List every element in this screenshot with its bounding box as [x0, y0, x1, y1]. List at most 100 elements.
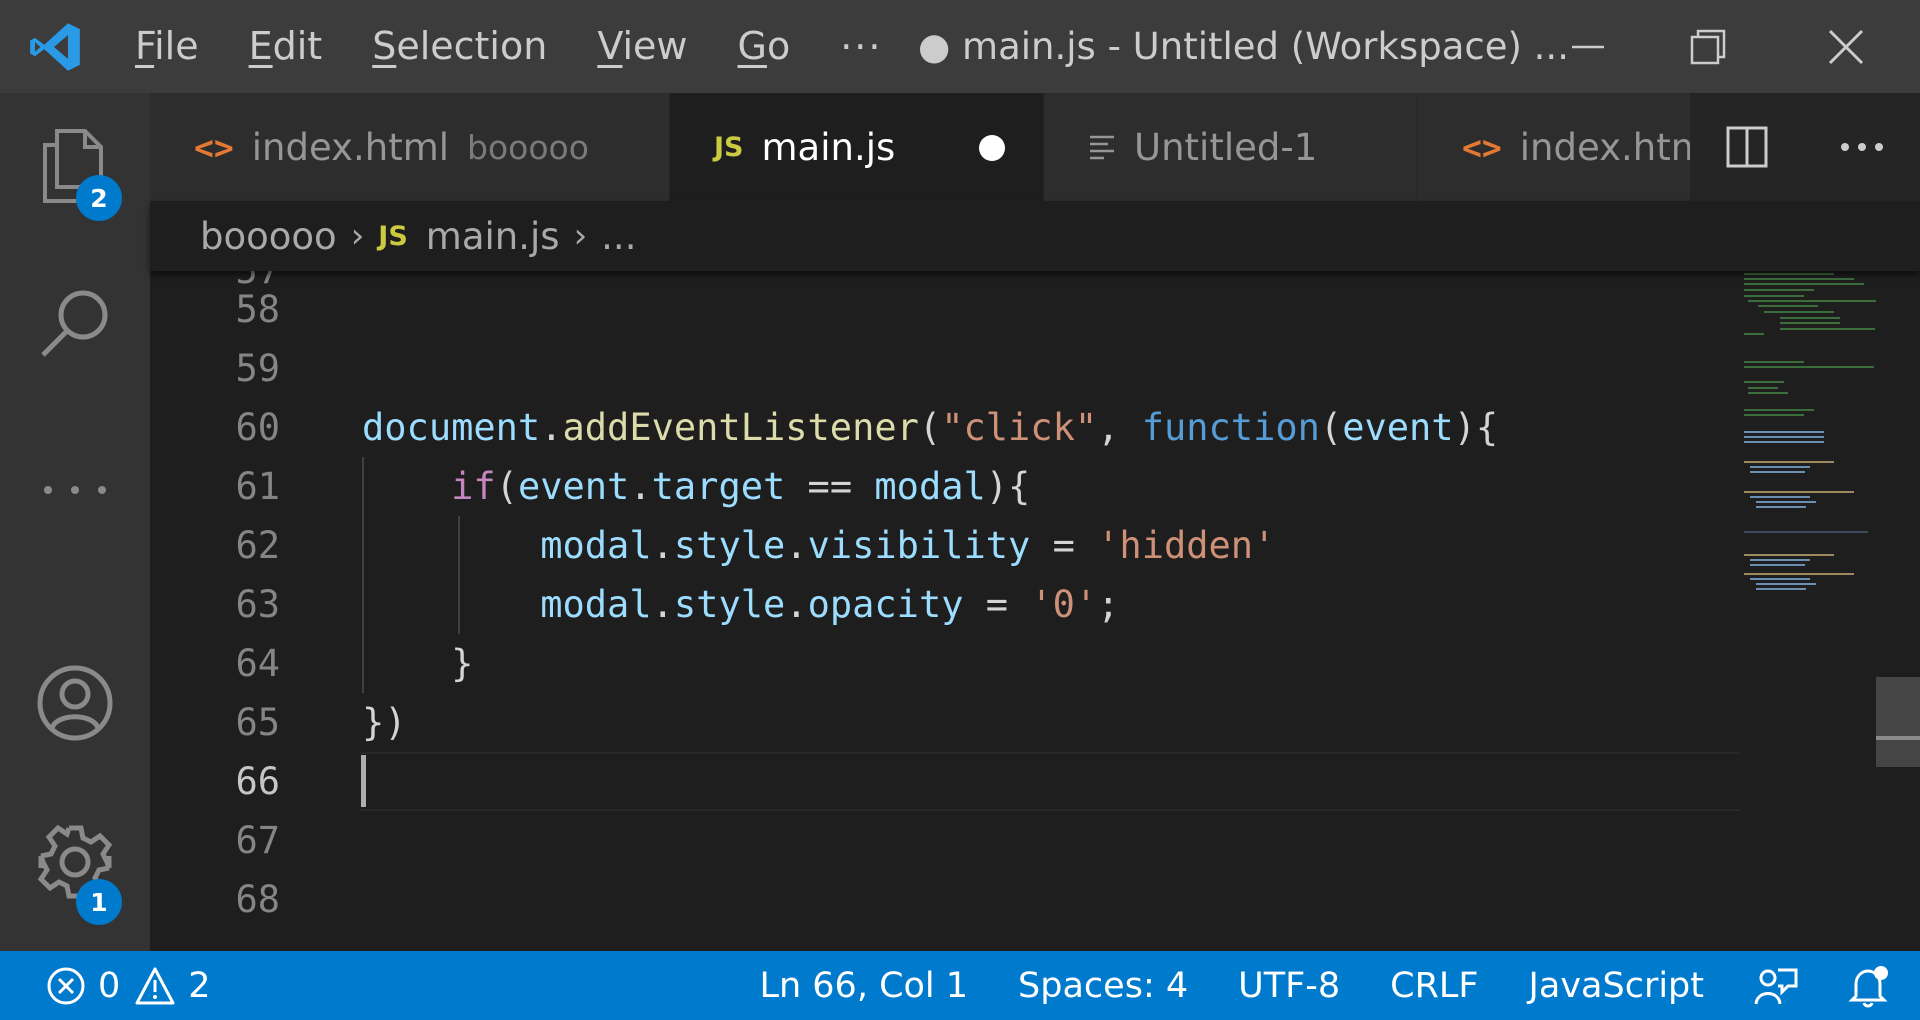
more-views-button[interactable] [0, 425, 150, 555]
line-number: 66 [235, 760, 280, 803]
breadcrumb-folder[interactable]: booooo [200, 215, 337, 258]
warning-icon [135, 967, 175, 1004]
window-title: ● main.js - Untitled (Workspace) ... [918, 25, 1569, 68]
chevron-right-icon: › [573, 216, 588, 256]
html-file-icon: <> [1462, 127, 1502, 167]
text-lines-icon [1090, 135, 1114, 160]
html-file-icon: <> [194, 127, 234, 167]
code-line: 64 } [150, 634, 1740, 693]
explorer-button[interactable]: 2 [0, 100, 150, 230]
code-text: modal.style.visibility = 'hidden' [540, 524, 1276, 567]
search-button[interactable] [0, 258, 150, 388]
breadcrumb-file[interactable]: main.js [426, 215, 560, 258]
tab-description: booooo [467, 127, 589, 167]
status-bar: 0 2 Ln 66, Col 1 Spaces: 4 UTF-8 CRLF Ja… [0, 951, 1920, 1020]
notifications-button[interactable] [1823, 951, 1920, 1020]
code-text: } [362, 642, 474, 685]
tab-untitled-1[interactable]: Untitled-1 [1044, 93, 1418, 201]
warning-count: 2 [188, 965, 211, 1006]
code-line: 67 [150, 811, 1740, 870]
menu-view[interactable]: View [572, 0, 712, 93]
indent-guide [458, 516, 460, 634]
split-editor-icon[interactable] [1726, 126, 1768, 168]
title-bar: File Edit Selection View Go ··· ● main.j… [0, 0, 1920, 93]
restore-button[interactable] [1648, 0, 1768, 93]
menu-file[interactable]: File [110, 0, 224, 93]
close-window-button[interactable] [1786, 0, 1906, 93]
minimize-button[interactable] [1528, 0, 1648, 93]
encoding[interactable]: UTF-8 [1213, 951, 1365, 1020]
manage-button[interactable]: 1 [0, 797, 150, 927]
line-number: 62 [235, 524, 280, 567]
code-text: document.addEventListener("click", funct… [362, 406, 1499, 449]
search-icon [41, 290, 108, 357]
line-number: 58 [235, 288, 280, 331]
vertical-scrollbar[interactable] [1876, 271, 1920, 951]
code-line: 61 if(event.target == modal){ [150, 457, 1740, 516]
end-of-line[interactable]: CRLF [1365, 951, 1503, 1020]
line-number: 64 [235, 642, 280, 685]
code-text: modal.style.opacity = '0'; [540, 583, 1120, 626]
account-icon [37, 665, 113, 741]
menu-edit[interactable]: Edit [224, 0, 348, 93]
language-mode[interactable]: JavaScript [1504, 951, 1729, 1020]
feedback-icon [1754, 968, 1798, 1004]
settings-badge: 1 [76, 879, 122, 925]
menu-bar: File Edit Selection View Go ··· [110, 0, 907, 93]
explorer-badge: 2 [76, 175, 122, 221]
menu-selection[interactable]: Selection [347, 0, 572, 93]
line-number: 67 [235, 819, 280, 862]
unsaved-dot-icon[interactable] [979, 135, 1005, 161]
activity-bar: 2 1 [0, 93, 150, 951]
code-text: }) [362, 701, 407, 744]
code-line-current: 66 [150, 752, 1740, 811]
error-count: 0 [98, 965, 121, 1006]
code-line: 58 [150, 280, 1740, 339]
error-icon [47, 967, 85, 1004]
more-actions-icon[interactable] [1840, 141, 1884, 153]
breadcrumb-symbol[interactable]: ... [601, 215, 636, 258]
close-icon [1828, 29, 1864, 64]
vscode-logo-icon [0, 0, 110, 93]
line-number: 63 [235, 583, 280, 626]
code-editor[interactable]: 57 58 59 60 document.addEventListener("c… [150, 271, 1880, 951]
code-text: if(event.target == modal){ [451, 465, 1031, 508]
line-number: 60 [235, 406, 280, 449]
restore-icon [1690, 29, 1726, 64]
minimap[interactable] [1740, 271, 1880, 951]
scrollbar-thumb[interactable] [1876, 677, 1920, 767]
code-line: 60 document.addEventListener("click", fu… [150, 398, 1740, 457]
line-number: 68 [235, 878, 280, 921]
js-file-icon: JS [714, 131, 744, 163]
breadcrumb: booooo › JS main.js › ... [150, 201, 1920, 271]
chevron-right-icon: › [350, 216, 365, 256]
feedback-button[interactable] [1729, 951, 1823, 1020]
tab-label: index.htm [1519, 125, 1707, 169]
cursor-position[interactable]: Ln 66, Col 1 [734, 951, 993, 1020]
tab-label: main.js [761, 125, 896, 169]
minimize-icon [1572, 45, 1604, 48]
problems-indicator[interactable]: 0 2 [0, 951, 236, 1020]
text-cursor [361, 755, 366, 807]
cursor-position-marker [1876, 736, 1920, 740]
editor-actions [1690, 93, 1920, 201]
tab-index-html[interactable]: <> index.html booooo [150, 93, 670, 201]
js-file-icon: JS [378, 220, 408, 252]
menu-more-button[interactable]: ··· [815, 25, 907, 69]
tab-main-js[interactable]: JS main.js [670, 93, 1044, 201]
indentation[interactable]: Spaces: 4 [993, 951, 1213, 1020]
current-line-highlight [360, 752, 1740, 811]
code-line: 63 modal.style.opacity = '0'; [150, 575, 1740, 634]
tab-label: index.html [251, 125, 450, 169]
code-line: 68 [150, 870, 1740, 929]
line-number: 59 [235, 347, 280, 390]
tab-label: Untitled-1 [1134, 125, 1318, 169]
line-number: 65 [235, 701, 280, 744]
code-line: 59 [150, 339, 1740, 398]
code-line: 65 }) [150, 693, 1740, 752]
accounts-button[interactable] [0, 638, 150, 768]
indent-guide [362, 457, 364, 693]
menu-go[interactable]: Go [713, 0, 816, 93]
line-number: 61 [235, 465, 280, 508]
code-line: 62 modal.style.visibility = 'hidden' [150, 516, 1740, 575]
